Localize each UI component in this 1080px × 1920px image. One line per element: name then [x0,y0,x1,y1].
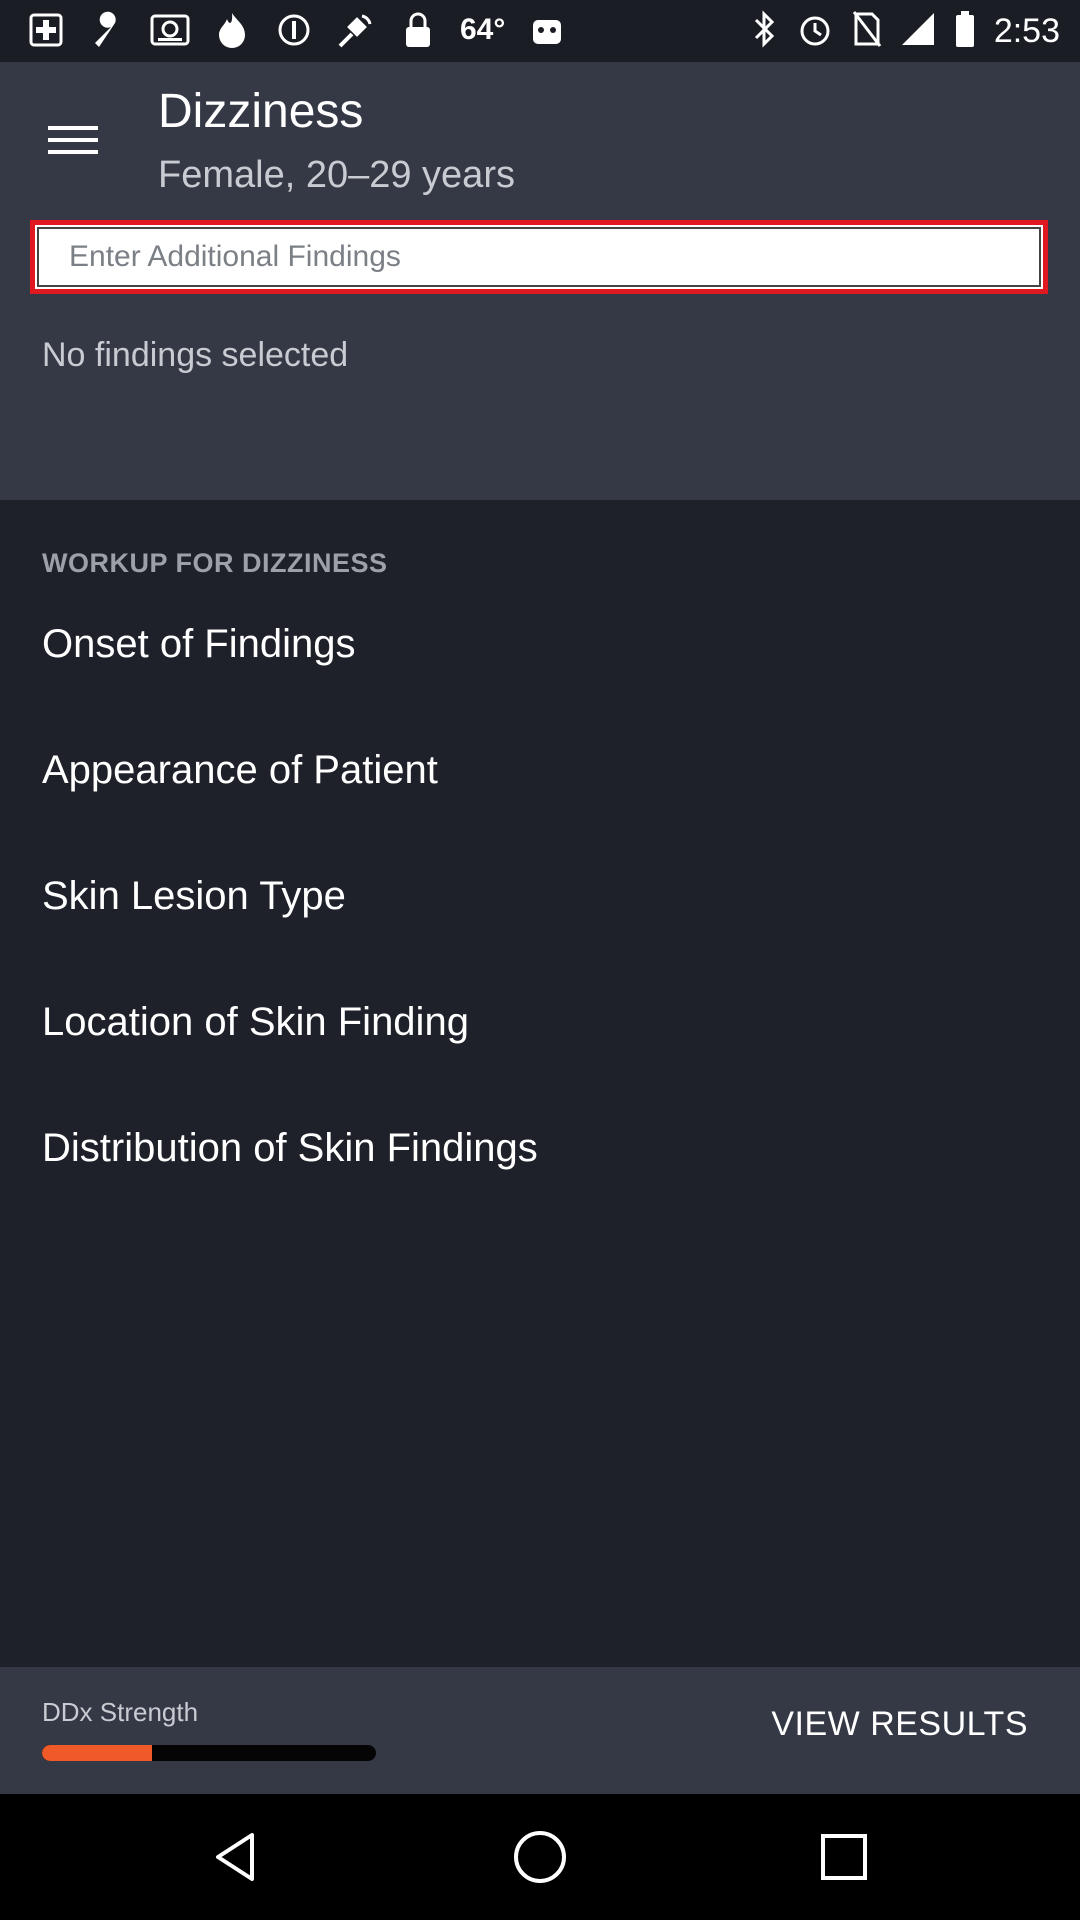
header: Dizziness Female, 20–29 years No finding… [0,62,1080,500]
workup-item-skin-lesion-type[interactable]: Skin Lesion Type [0,852,1080,978]
workup-item-skin-location[interactable]: Location of Skin Finding [0,978,1080,1104]
home-icon[interactable] [510,1827,570,1887]
workup-item-appearance[interactable]: Appearance of Patient [0,726,1080,852]
status-bar: 64° 2:53 [0,0,1080,62]
recents-icon[interactable] [814,1827,874,1887]
workup-list: Onset of Findings Appearance of Patient … [0,600,1080,1230]
blocked-icon [274,10,314,50]
android-robot-icon [527,10,567,50]
notification-icons: 64° [26,10,567,50]
alarm-icon [796,10,834,53]
wrench-icon [88,10,128,50]
weather-temperature: 64° [460,13,506,46]
system-status-icons: 2:53 [752,10,1060,53]
findings-search-input[interactable] [37,227,1041,287]
ddx-strength-label: DDx Strength [42,1697,199,1727]
medical-app-icon [26,10,66,50]
workup-item-skin-distribution[interactable]: Distribution of Skin Findings [0,1104,1080,1230]
patient-demographics: Female, 20–29 years [158,154,515,196]
fake-gps-icon [336,10,376,50]
flame-icon [212,10,252,50]
empty-findings-text: No findings selected [42,336,349,374]
bottom-bar: DDx Strength VIEW RESULTS [0,1667,1080,1794]
clock: 2:53 [993,12,1060,50]
battery-icon [954,10,976,53]
findings-search-container [30,220,1048,294]
no-sim-icon [852,10,882,53]
page-title: Dizziness [158,85,364,138]
view-results-button[interactable]: VIEW RESULTS [771,1705,1028,1744]
ddx-strength-fill [42,1745,153,1761]
bluetooth-icon [752,10,778,53]
workup-item-onset[interactable]: Onset of Findings [0,600,1080,726]
lock-icon [398,10,438,50]
navigation-bar [0,1794,1080,1920]
menu-icon[interactable] [48,120,98,160]
ddx-strength-bar [42,1745,376,1761]
workup-heading: WORKUP FOR DIZZINESS [42,548,388,578]
back-icon[interactable] [206,1827,266,1887]
signal-icon [900,11,936,52]
image-icon [150,10,190,50]
